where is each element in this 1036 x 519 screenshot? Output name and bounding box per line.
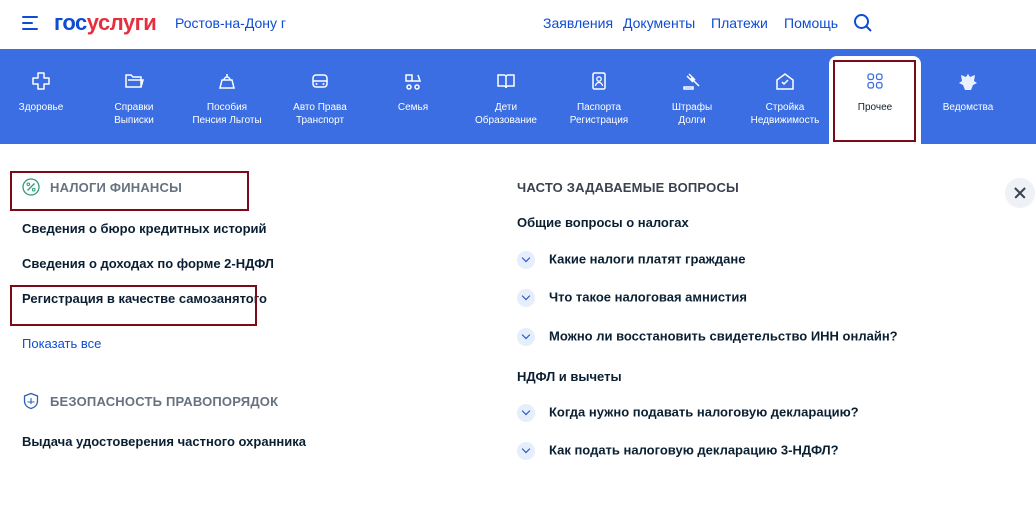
faq-item[interactable]: Как подать налоговую декларацию 3-НДФЛ? [517,442,839,460]
shield-icon [23,392,39,410]
category-label: Ведомства [942,102,994,113]
logo[interactable]: госуслуги [54,10,157,36]
stroller-icon [405,74,422,90]
category-label: Транспорт [295,115,345,126]
plus-icon [32,72,50,90]
highlight-box [10,285,257,326]
nav-payments[interactable]: Платежи [711,15,768,31]
city-selector[interactable]: Ростов-на-Дону г [175,15,286,31]
faq-item[interactable]: Что такое налоговая амнистия [517,289,747,307]
service-link[interactable]: Сведения о бюро кредитных историй [22,221,267,236]
category-label: Штрафы [671,102,713,113]
chevron-down-icon [517,442,535,460]
category-label: Недвижимость [750,115,820,126]
highlight-box [833,60,916,142]
category-label: Справки [114,102,154,113]
menu-icon[interactable] [22,16,38,30]
search-icon[interactable] [853,13,873,33]
category-label: Семья [397,102,429,113]
folder-icon [125,74,144,88]
category-label: Дети [494,102,518,113]
chevron-down-icon [517,404,535,422]
category-passport[interactable]: Паспорта Регистрация [551,49,647,144]
chevron-down-icon [517,328,535,346]
chevron-down-icon [517,289,535,307]
category-label: Стройка [765,102,805,113]
category-label: Долги [678,115,706,126]
category-purse[interactable]: Пособия Пенсия Льготы [179,49,275,144]
service-link[interactable]: Выдача удостоверения частного охранника [22,434,306,449]
car-icon [312,74,328,88]
chevron-down-icon [517,251,535,269]
category-stroller[interactable]: Семья [365,49,461,144]
category-label: Регистрация [569,115,629,126]
nav-help[interactable]: Помощь [784,15,838,31]
highlight-box [10,171,249,211]
book-icon [497,74,515,89]
nav-applications[interactable]: Заявления [543,15,613,31]
category-label: Образование [475,115,537,126]
category-label: Пенсия Льготы [192,115,262,126]
category-house[interactable]: Стройка Недвижимость [737,49,833,144]
category-label: Паспорта [576,102,622,113]
category-label: Пособия [206,102,248,113]
show-all-link[interactable]: Показать все [22,336,101,351]
house-icon [776,73,794,90]
nav-documents[interactable]: Документы [623,15,695,31]
emblem-icon [959,74,977,90]
category-emblem[interactable]: Ведомства [920,49,1016,144]
faq-group-title: НДФЛ и вычеты [517,369,622,384]
gavel-icon [683,73,700,90]
category-car[interactable]: Авто Права Транспорт [272,49,368,144]
faq-item[interactable]: Когда нужно подавать налоговую деклараци… [517,404,859,422]
category-label: Выписки [114,115,154,126]
category-book[interactable]: Дети Образование [458,49,554,144]
faq-group-title: Общие вопросы о налогах [517,215,689,230]
header: госуслуги Ростов-на-Дону г Заявления Док… [0,0,1036,49]
faq-title: Часто задаваемые вопросы [517,180,739,195]
service-link[interactable]: Сведения о доходах по форме 2-НДФЛ [22,256,274,271]
category-plus[interactable]: Здоровье [0,49,89,144]
category-folder[interactable]: Справки Выписки [86,49,182,144]
faq-item[interactable]: Какие налоги платят граждане [517,251,745,269]
section-title-security: Безопасность правопорядок [50,394,279,409]
category-gavel[interactable]: Штрафы Долги [644,49,740,144]
close-button[interactable] [1005,178,1035,208]
category-label: Здоровье [18,102,64,113]
faq-item[interactable]: Можно ли восстановить свидетельство ИНН … [517,328,898,346]
passport-icon [592,72,606,90]
purse-icon [219,74,235,89]
category-label: Авто Права [293,102,347,113]
